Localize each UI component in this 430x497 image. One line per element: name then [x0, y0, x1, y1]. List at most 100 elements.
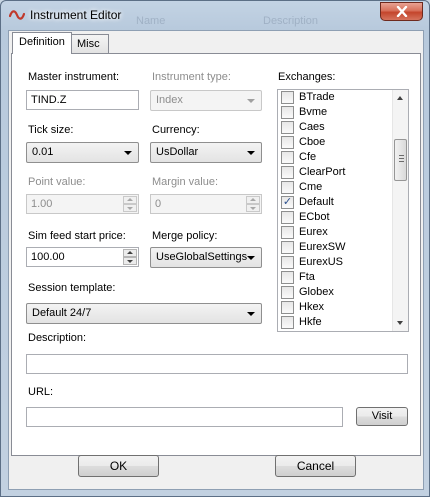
visit-button[interactable]: Visit — [356, 407, 408, 426]
grip-line — [399, 155, 404, 156]
exchange-checkbox[interactable] — [281, 121, 294, 134]
point-value-stepper[interactable]: 1.00 — [26, 194, 139, 214]
exchange-item[interactable]: Fta — [278, 270, 408, 285]
exchange-item[interactable]: EurexUS — [278, 255, 408, 270]
exchange-checkbox[interactable] — [281, 301, 294, 314]
tab-misc[interactable]: Misc — [70, 34, 109, 54]
exchange-checkbox[interactable] — [281, 106, 294, 119]
spin-down-icon[interactable] — [123, 204, 137, 212]
currency-value: UsDollar — [156, 146, 199, 158]
close-icon — [396, 6, 407, 17]
tab-definition[interactable]: Definition — [12, 32, 72, 54]
exchange-item[interactable]: Eurex — [278, 225, 408, 240]
exchange-checkbox[interactable] — [281, 226, 294, 239]
grip-line — [399, 161, 404, 162]
margin-value-stepper[interactable]: 0 — [150, 194, 262, 214]
exchange-name: Caes — [299, 121, 325, 133]
exchange-checkbox[interactable]: ✓ — [281, 196, 294, 209]
exchange-checkbox[interactable] — [281, 271, 294, 284]
exchange-item[interactable]: Cme — [278, 180, 408, 195]
exchange-checkbox[interactable] — [281, 166, 294, 179]
exchanges-scrollbar[interactable] — [392, 90, 408, 331]
exchange-checkbox[interactable] — [281, 286, 294, 299]
chevron-down-icon — [247, 256, 255, 260]
exchange-item[interactable]: Bvme — [278, 105, 408, 120]
exchange-checkbox[interactable] — [281, 151, 294, 164]
merge-policy-select[interactable]: UseGlobalSettings — [150, 247, 262, 268]
exchange-item[interactable]: Caes — [278, 120, 408, 135]
instrument-type-label: Instrument type: — [152, 71, 231, 83]
grip-line — [399, 158, 404, 159]
currency-label: Currency: — [152, 124, 200, 136]
ok-button[interactable]: OK — [78, 455, 159, 477]
chevron-down-icon — [247, 99, 255, 103]
spin-down-icon[interactable] — [246, 204, 260, 212]
exchange-item[interactable]: Cboe — [278, 135, 408, 150]
exchange-checkbox[interactable] — [281, 241, 294, 254]
title-bar[interactable]: Instrument Editor Name Description — [1, 1, 429, 29]
exchange-item[interactable]: Hkfe — [278, 315, 408, 330]
exchange-checkbox[interactable] — [281, 256, 294, 269]
spin-down-icon[interactable] — [123, 257, 137, 265]
exchange-checkbox[interactable] — [281, 211, 294, 224]
dialog-client-area: Definition Misc Master instrument: TIND.… — [8, 30, 424, 490]
spin-up-icon[interactable] — [123, 249, 137, 257]
exchange-name: Hkfe — [299, 316, 322, 328]
scroll-up-icon[interactable] — [397, 96, 403, 100]
exchange-name: ECbot — [299, 211, 330, 223]
exchange-item[interactable]: ECbot — [278, 210, 408, 225]
chevron-down-icon — [247, 312, 255, 316]
exchange-item[interactable]: Cfe — [278, 150, 408, 165]
session-template-value: Default 24/7 — [32, 307, 92, 319]
chevron-down-icon — [247, 151, 255, 155]
spin-up-icon[interactable] — [246, 196, 260, 204]
spin-up-icon[interactable] — [123, 196, 137, 204]
window-title: Instrument Editor — [30, 8, 122, 22]
background-column-description: Description — [263, 15, 319, 27]
master-instrument-input[interactable]: TIND.Z — [26, 90, 139, 110]
tick-size-label: Tick size: — [28, 124, 74, 136]
margin-value-text: 0 — [155, 198, 162, 210]
exchange-item[interactable]: BTrade — [278, 90, 408, 105]
exchange-item[interactable]: EurexSW — [278, 240, 408, 255]
instrument-type-select[interactable]: Index — [150, 90, 262, 111]
currency-select[interactable]: UsDollar — [150, 142, 262, 163]
cancel-button[interactable]: Cancel — [275, 455, 356, 477]
exchange-checkbox[interactable] — [281, 316, 294, 329]
chevron-down-icon — [124, 151, 132, 155]
sim-feed-start-price-stepper[interactable]: 100.00 — [26, 247, 139, 267]
exchange-checkbox[interactable] — [281, 136, 294, 149]
exchanges-items: BTrade Bvme Caes Cboe Cfe ClearPort Cme ✓ Defaul… — [278, 90, 408, 330]
exchange-name: EurexUS — [299, 256, 344, 268]
close-button[interactable] — [380, 2, 423, 21]
exchange-name: BTrade — [299, 91, 335, 103]
instrument-type-value: Index — [156, 94, 183, 106]
exchange-item[interactable]: ClearPort — [278, 165, 408, 180]
spinner-buttons — [123, 249, 137, 265]
exchange-name: Fta — [299, 271, 315, 283]
spinner-buttons — [123, 196, 137, 212]
exchange-checkbox[interactable] — [281, 181, 294, 194]
exchange-name: Eurex — [299, 226, 328, 238]
exchange-item[interactable]: Hkex — [278, 300, 408, 315]
description-input[interactable] — [26, 354, 408, 374]
exchange-item[interactable]: ✓ Default — [278, 195, 408, 210]
exchange-item[interactable]: Globex — [278, 285, 408, 300]
scrollbar-thumb[interactable] — [394, 139, 407, 181]
exchange-checkbox[interactable] — [281, 91, 294, 104]
spinner-buttons — [246, 196, 260, 212]
tick-size-select[interactable]: 0.01 — [26, 142, 139, 163]
session-template-label: Session template: — [28, 282, 116, 294]
sim-feed-start-price-text: 100.00 — [31, 251, 65, 263]
exchanges-list[interactable]: BTrade Bvme Caes Cboe Cfe ClearPort Cme ✓ Defaul… — [277, 89, 409, 332]
exchange-name: ClearPort — [299, 166, 346, 178]
exchanges-label: Exchanges: — [278, 71, 336, 83]
url-input[interactable] — [26, 407, 343, 427]
session-template-select[interactable]: Default 24/7 — [26, 303, 262, 324]
merge-policy-label: Merge policy: — [152, 230, 218, 242]
exchange-name: Cfe — [299, 151, 317, 163]
exchange-name: EurexSW — [299, 241, 346, 253]
margin-value-label: Margin value: — [152, 176, 219, 188]
scroll-down-icon[interactable] — [397, 321, 403, 325]
exchange-name: Cme — [299, 181, 323, 193]
